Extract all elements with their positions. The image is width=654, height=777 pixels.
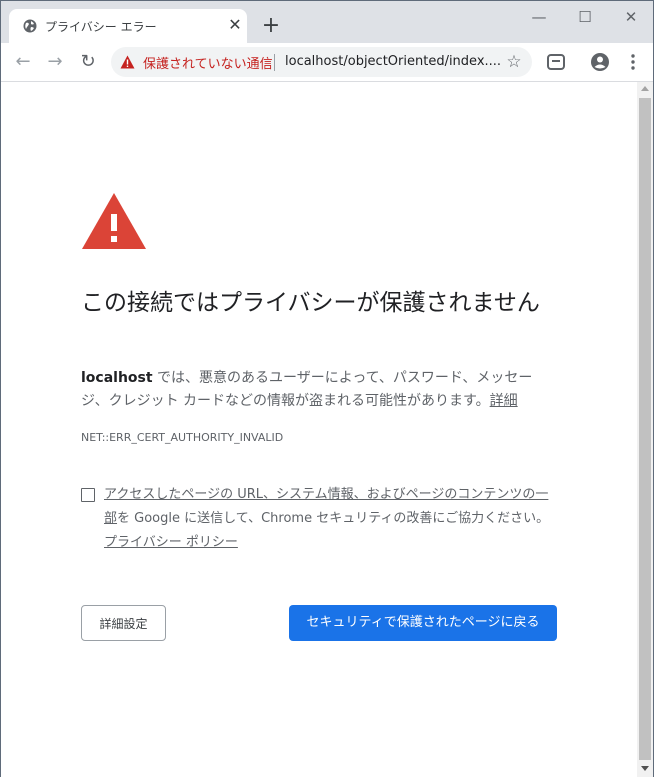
tab-close-button[interactable]: ✕ (225, 15, 245, 35)
minimize-button[interactable]: — (519, 5, 559, 29)
error-description: localhost では、悪意のあるユーザーによって、パスワード、メッセージ、ク… (81, 367, 557, 413)
browser-window: プライバシー エラー ✕ + — ☐ ✕ ← → ↻ 保護されていない通信 lo… (0, 0, 654, 777)
url-text[interactable]: localhost/objectOriented/index.... (285, 54, 501, 69)
reload-button[interactable]: ↻ (76, 50, 100, 74)
warning-icon[interactable] (120, 55, 135, 69)
report-checkbox[interactable] (81, 488, 95, 502)
advanced-button[interactable]: 詳細設定 (81, 605, 166, 641)
hostname: localhost (81, 370, 153, 386)
bookmark-star-icon[interactable]: ☆ (503, 50, 525, 74)
vertical-scrollbar[interactable] (637, 82, 653, 777)
globe-icon (23, 19, 37, 33)
forward-button[interactable]: → (43, 50, 67, 74)
page-title: この接続ではプライバシーが保護されません (81, 290, 540, 316)
details-link[interactable]: 詳細 (490, 393, 518, 409)
extension-icon[interactable] (544, 50, 568, 74)
security-status-label[interactable]: 保護されていない通信 (143, 53, 273, 72)
title-bar: プライバシー エラー ✕ + — ☐ ✕ (1, 1, 653, 43)
interstitial-page: この接続ではプライバシーが保護されません localhost では、悪意のあるユ… (1, 82, 637, 777)
omnibox-divider (274, 54, 275, 71)
back-to-safety-button[interactable]: セキュリティで保護されたページに戻る (289, 605, 557, 641)
scroll-down-arrow[interactable] (641, 766, 649, 771)
close-window-button[interactable]: ✕ (611, 5, 651, 29)
back-button[interactable]: ← (11, 50, 35, 74)
account-icon[interactable] (588, 50, 612, 74)
report-checkbox-label: アクセスしたページの URL、システム情報、およびページのコンテンツの一部を G… (104, 483, 556, 555)
menu-icon[interactable] (621, 50, 645, 74)
report-text: を Google に送信して、Chrome セキュリティの改善にご協力ください。 (117, 511, 550, 526)
scroll-thumb[interactable] (639, 98, 651, 760)
tab-title: プライバシー エラー (45, 20, 157, 34)
toolbar: ← → ↻ 保護されていない通信 localhost/objectOriente… (1, 43, 653, 82)
warning-icon (82, 193, 146, 249)
privacy-policy-link[interactable]: プライバシー ポリシー (104, 535, 238, 550)
new-tab-button[interactable]: + (260, 15, 282, 37)
scroll-up-arrow[interactable] (641, 86, 649, 91)
omnibox[interactable]: 保護されていない通信 localhost/objectOriented/inde… (111, 47, 532, 77)
error-code[interactable]: NET::ERR_CERT_AUTHORITY_INVALID (81, 431, 283, 444)
tab-privacy-error[interactable]: プライバシー エラー ✕ (9, 9, 247, 43)
maximize-button[interactable]: ☐ (565, 5, 605, 29)
